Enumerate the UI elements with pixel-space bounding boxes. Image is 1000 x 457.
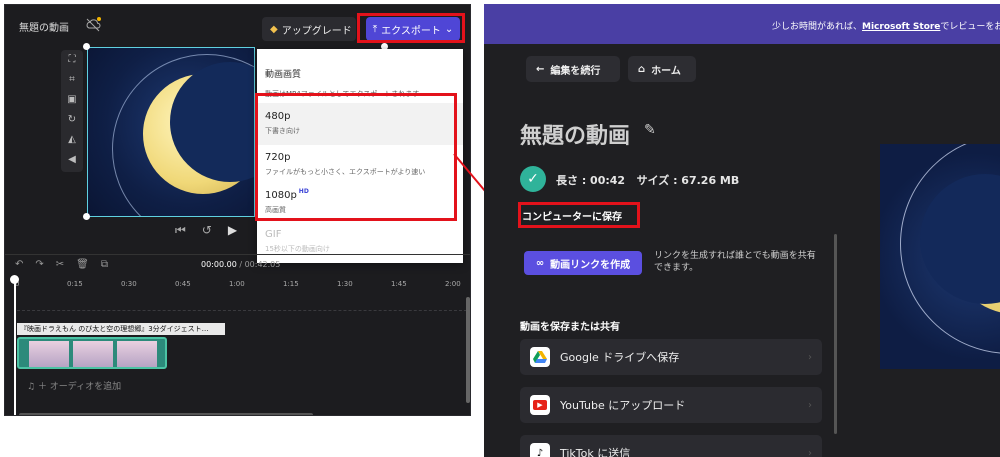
video-preview[interactable] xyxy=(87,47,255,217)
diamond-icon: ◆ xyxy=(270,23,278,35)
ruler-tick: 1:15 xyxy=(283,280,299,288)
fit-icon[interactable]: ⛶ xyxy=(69,54,76,66)
tiktok-label: TikTok に送信 xyxy=(560,447,631,457)
store-link[interactable]: Microsoft Store xyxy=(862,22,940,32)
ruler-tick: 1:45 xyxy=(391,280,407,288)
flip-icon[interactable]: ◭ xyxy=(68,134,76,146)
add-audio-track[interactable]: ♫ ＋ オーディオを追加 xyxy=(27,379,121,392)
ruler-tick: 1:00 xyxy=(229,280,245,288)
arrow-left-icon: ← xyxy=(536,63,545,75)
youtube-label: YouTube にアップロード xyxy=(560,399,686,412)
clip-title: 『映画ドラえもん のび太と空の理想郷』3分ダイジェスト… xyxy=(17,323,225,335)
pip-icon[interactable]: ▣ xyxy=(67,94,76,106)
pencil-icon[interactable]: ✎ xyxy=(644,122,656,138)
ruler-tick: 2:00 xyxy=(445,280,461,288)
redo-icon[interactable]: ↷ xyxy=(35,259,43,270)
timeline-ruler[interactable]: 0 0:15 0:30 0:45 1:00 1:15 1:30 1:45 2:0… xyxy=(5,280,470,294)
resize-handle-bl[interactable] xyxy=(83,213,90,220)
editor-window: 無題の動画 ◆ アップグレード ⤒ エクスポート ⌄ ⛶ ⌗ ▣ ↻ ◭ ◀ ⏮… xyxy=(4,4,471,416)
chevron-right-icon: › xyxy=(808,351,812,363)
add-audio-label: ＋ オーディオを追加 xyxy=(37,382,122,392)
time-separator: / xyxy=(236,260,245,269)
create-link-label: 動画リンクを作成 xyxy=(550,259,631,271)
playhead-handle[interactable] xyxy=(10,275,19,284)
quality-options-highlight xyxy=(255,93,457,221)
resize-handle-tl[interactable] xyxy=(83,43,90,50)
review-banner: 少しお時間があれば、Microsoft Storeでレビューをお xyxy=(484,4,1000,44)
ruler-tick: 1:30 xyxy=(337,280,353,288)
play-icon[interactable]: ▶ xyxy=(228,223,237,238)
project-title[interactable]: 無題の動画 xyxy=(19,19,69,34)
time-total: 00:42.05 xyxy=(244,260,281,269)
ruler-tick: 0:15 xyxy=(67,280,83,288)
snapshot-icon[interactable]: ⧉ xyxy=(101,259,108,270)
chevron-right-icon: › xyxy=(808,399,812,411)
create-link-button[interactable]: ∞ 動画リンクを作成 xyxy=(524,251,642,275)
clip-frame xyxy=(117,341,157,367)
scissors-icon[interactable]: ✂ xyxy=(56,259,64,270)
youtube-icon: ▶ xyxy=(530,395,550,415)
trash-icon[interactable]: 🗑 xyxy=(76,259,89,270)
ruler-tick: 0:30 xyxy=(121,280,137,288)
timeline-tools: ↶ ↷ ✂ 🗑 ⧉ xyxy=(15,259,108,270)
speed-icon[interactable]: ◀ xyxy=(68,154,76,166)
share-youtube[interactable]: ▶ YouTube にアップロード › xyxy=(520,387,822,423)
option-label: GIF xyxy=(265,229,282,240)
save-pc-highlight xyxy=(518,202,640,228)
size-label: サイズ : 67.26 MB xyxy=(636,174,740,187)
video-title: 無題の動画 xyxy=(520,124,631,149)
home-icon: ⌂ xyxy=(638,63,646,75)
video-clip[interactable] xyxy=(17,337,167,369)
ruler-tick: 0:45 xyxy=(175,280,191,288)
preview-toolbar: ⛶ ⌗ ▣ ↻ ◭ ◀ xyxy=(61,50,83,172)
check-icon: ✓ xyxy=(520,166,546,192)
music-note-icon: ♫ xyxy=(27,382,38,392)
google-drive-icon xyxy=(530,347,550,367)
export-highlight xyxy=(357,13,465,43)
upgrade-label: アップグレード xyxy=(281,25,352,37)
quality-heading: 動画画質 xyxy=(265,70,302,80)
player-controls: ⏮ ↺ ▶ xyxy=(175,223,237,238)
playhead[interactable] xyxy=(14,277,16,415)
crop-icon[interactable]: ⌗ xyxy=(69,74,75,86)
skip-back-icon[interactable]: ⏮ xyxy=(175,223,186,238)
vertical-scrollbar[interactable] xyxy=(466,297,470,403)
banner-rest: でレビューをお xyxy=(940,22,1000,32)
chevron-right-icon: › xyxy=(808,447,812,457)
share-google-drive[interactable]: Google ドライブへ保存 › xyxy=(520,339,822,375)
time-readout: 00:00.00 / 00:42.05 xyxy=(201,260,280,269)
video-meta: 長さ : 00:42 サイズ : 67.26 MB xyxy=(556,172,739,188)
banner-text: 少しお時間があれば、 xyxy=(772,22,863,32)
export-page: 少しお時間があれば、Microsoft Storeでレビューをお ← 編集を続行… xyxy=(484,4,1000,457)
undo-icon[interactable]: ↶ xyxy=(15,259,23,270)
video-thumbnail xyxy=(880,144,1000,369)
content-scrollbar[interactable] xyxy=(834,234,837,434)
option-desc: 15秒以下の動画向け xyxy=(265,245,330,253)
length-label: 長さ : 00:42 xyxy=(556,174,626,187)
google-drive-label: Google ドライブへ保存 xyxy=(560,351,680,364)
continue-editing-button[interactable]: ← 編集を続行 xyxy=(526,56,620,82)
rotate-icon[interactable]: ↻ xyxy=(68,114,76,126)
share-heading: 動画を保存または共有 xyxy=(520,322,620,333)
clip-frame xyxy=(29,341,69,367)
home-label: ホーム xyxy=(651,65,681,77)
tiktok-icon: ♪ xyxy=(530,443,550,457)
upgrade-button[interactable]: ◆ アップグレード xyxy=(262,17,356,41)
share-tiktok[interactable]: ♪ TikTok に送信 › xyxy=(520,435,822,457)
link-icon: ∞ xyxy=(535,257,545,269)
cloud-off-icon xyxy=(86,17,101,32)
continue-editing-label: 編集を続行 xyxy=(550,65,601,77)
rewind-icon[interactable]: ↺ xyxy=(202,223,212,238)
time-current: 00:00.00 xyxy=(201,260,237,269)
link-description: リンクを生成すれば誰とでも動画を共有できます。 xyxy=(654,251,816,273)
home-button[interactable]: ⌂ ホーム xyxy=(628,56,696,82)
track-divider xyxy=(17,310,467,311)
clip-frame xyxy=(73,341,113,367)
horizontal-scrollbar[interactable] xyxy=(19,413,313,415)
